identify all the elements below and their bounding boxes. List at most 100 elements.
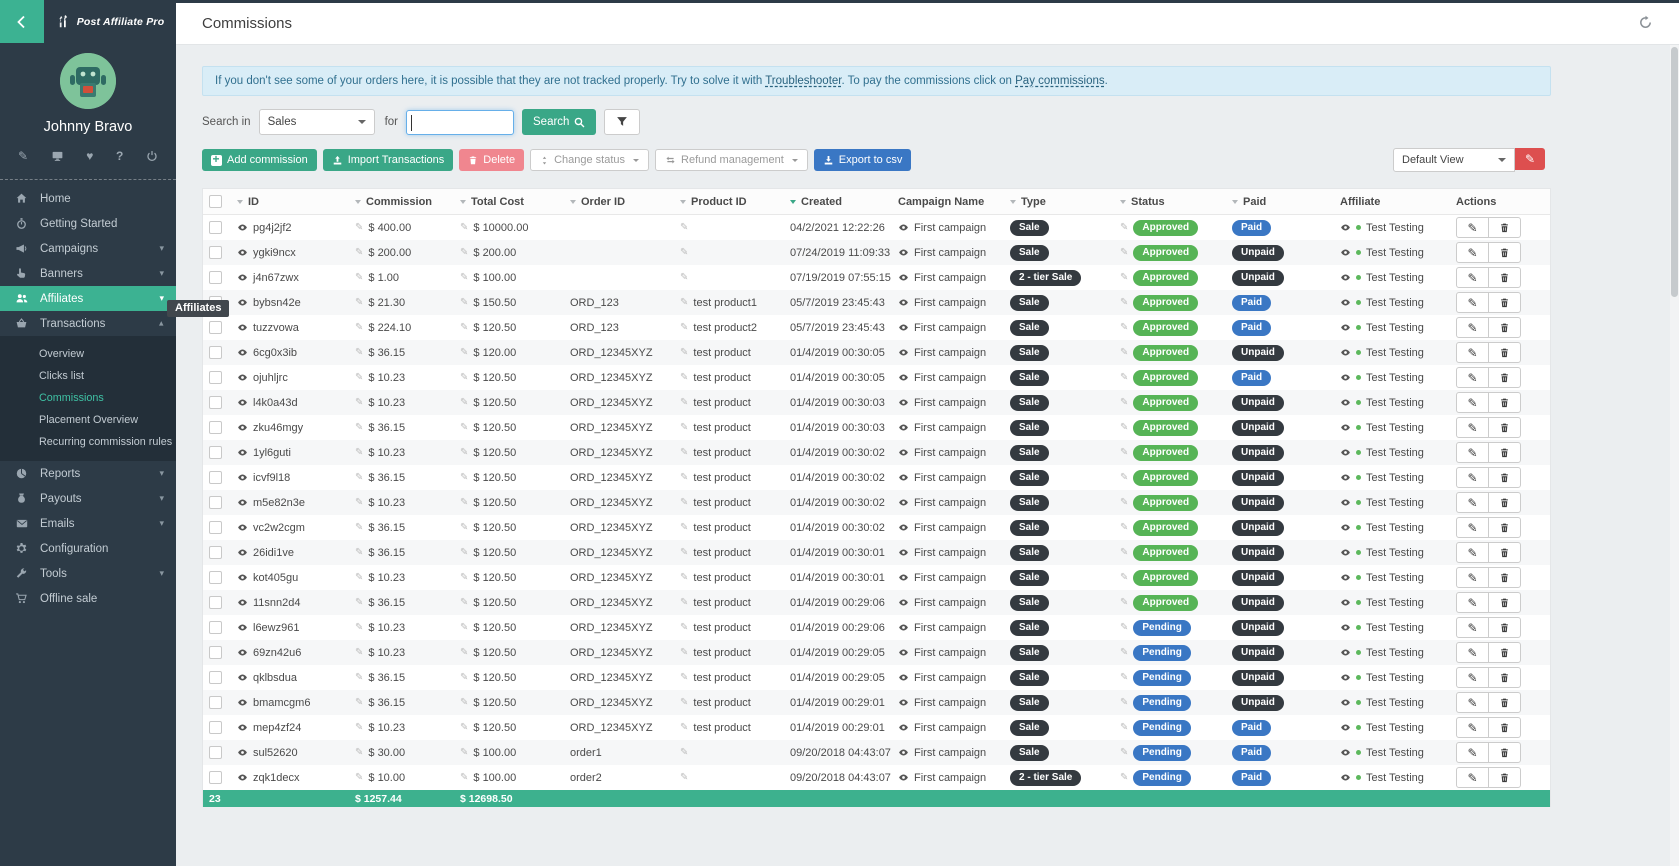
eye-icon[interactable] xyxy=(1340,497,1351,508)
eye-icon[interactable] xyxy=(237,247,248,258)
edit-row-button[interactable]: ✎ xyxy=(1456,442,1489,463)
delete-row-button[interactable] xyxy=(1488,342,1521,363)
pencil-icon[interactable]: ✎ xyxy=(460,622,468,633)
row-checkbox[interactable] xyxy=(209,246,222,259)
search-in-select[interactable]: Sales xyxy=(259,109,375,135)
eye-icon[interactable] xyxy=(1340,672,1351,683)
row-checkbox[interactable] xyxy=(209,271,222,284)
eye-icon[interactable] xyxy=(237,422,248,433)
row-checkbox[interactable] xyxy=(209,596,222,609)
pencil-icon[interactable]: ✎ xyxy=(355,347,363,358)
delete-row-button[interactable] xyxy=(1488,267,1521,288)
pencil-icon[interactable]: ✎ xyxy=(680,497,688,508)
pencil-icon[interactable]: ✎ xyxy=(355,447,363,458)
pencil-icon[interactable]: ✎ xyxy=(355,647,363,658)
pencil-icon[interactable]: ✎ xyxy=(680,597,688,608)
eye-icon[interactable] xyxy=(237,672,248,683)
sidebar-item-offline-sale[interactable]: Offline sale xyxy=(0,586,176,611)
pencil-icon[interactable]: ✎ xyxy=(680,572,688,583)
row-checkbox[interactable] xyxy=(209,371,222,384)
eye-icon[interactable] xyxy=(898,372,909,383)
sidebar-item-affiliates[interactable]: Affiliates ▾ xyxy=(0,286,176,311)
eye-icon[interactable] xyxy=(1340,397,1351,408)
pencil-icon[interactable]: ✎ xyxy=(460,597,468,608)
pencil-icon[interactable]: ✎ xyxy=(680,772,688,783)
eye-icon[interactable] xyxy=(1340,522,1351,533)
row-checkbox[interactable] xyxy=(209,571,222,584)
pencil-icon[interactable]: ✎ xyxy=(355,697,363,708)
pencil-icon[interactable]: ✎ xyxy=(460,222,468,233)
pencil-icon[interactable]: ✎ xyxy=(680,522,688,533)
edit-row-button[interactable]: ✎ xyxy=(1456,642,1489,663)
pencil-icon[interactable]: ✎ xyxy=(680,272,688,283)
column-header-created[interactable]: Created xyxy=(784,196,892,208)
eye-icon[interactable] xyxy=(237,397,248,408)
eye-icon[interactable] xyxy=(237,772,248,783)
row-checkbox[interactable] xyxy=(209,771,222,784)
pencil-icon[interactable]: ✎ xyxy=(1120,447,1128,458)
sidebar-item-reports[interactable]: Reports ▾ xyxy=(0,461,176,486)
eye-icon[interactable] xyxy=(1340,722,1351,733)
pencil-icon[interactable]: ✎ xyxy=(1120,472,1128,483)
eye-icon[interactable] xyxy=(898,547,909,558)
pencil-icon[interactable]: ✎ xyxy=(460,397,468,408)
delete-row-button[interactable] xyxy=(1488,642,1521,663)
eye-icon[interactable] xyxy=(898,672,909,683)
row-checkbox[interactable] xyxy=(209,546,222,559)
eye-icon[interactable] xyxy=(898,572,909,583)
pencil-icon[interactable]: ✎ xyxy=(1120,372,1128,383)
delete-row-button[interactable] xyxy=(1488,567,1521,588)
export-csv-button[interactable]: Export to csv xyxy=(814,149,912,171)
edit-row-button[interactable]: ✎ xyxy=(1456,617,1489,638)
column-header-id[interactable]: ID xyxy=(231,196,349,208)
pencil-icon[interactable]: ✎ xyxy=(355,397,363,408)
pencil-icon[interactable]: ✎ xyxy=(680,622,688,633)
pencil-icon[interactable]: ✎ xyxy=(680,672,688,683)
sidebar-item-tools[interactable]: Tools ▾ xyxy=(0,561,176,586)
eye-icon[interactable] xyxy=(1340,622,1351,633)
row-checkbox[interactable] xyxy=(209,446,222,459)
pencil-icon[interactable]: ✎ xyxy=(460,322,468,333)
column-header-total-cost[interactable]: Total Cost xyxy=(454,196,564,208)
eye-icon[interactable] xyxy=(1340,347,1351,358)
sidebar-item-configuration[interactable]: Configuration xyxy=(0,536,176,561)
filter-button[interactable] xyxy=(604,109,640,135)
pencil-icon[interactable]: ✎ xyxy=(1120,547,1128,558)
help-icon[interactable]: ? xyxy=(116,149,123,163)
row-checkbox[interactable] xyxy=(209,321,222,334)
eye-icon[interactable] xyxy=(237,647,248,658)
sidebar-item-payouts[interactable]: Payouts ▾ xyxy=(0,486,176,511)
pencil-icon[interactable]: ✎ xyxy=(680,322,688,333)
edit-row-button[interactable]: ✎ xyxy=(1456,592,1489,613)
edit-row-button[interactable]: ✎ xyxy=(1456,767,1489,788)
pencil-icon[interactable]: ✎ xyxy=(460,297,468,308)
pencil-icon[interactable]: ✎ xyxy=(355,622,363,633)
eye-icon[interactable] xyxy=(1340,322,1351,333)
eye-icon[interactable] xyxy=(898,772,909,783)
pencil-icon[interactable]: ✎ xyxy=(355,522,363,533)
pencil-icon[interactable]: ✎ xyxy=(460,722,468,733)
pencil-icon[interactable]: ✎ xyxy=(1120,622,1128,633)
delete-row-button[interactable] xyxy=(1488,292,1521,313)
pencil-icon[interactable]: ✎ xyxy=(460,272,468,283)
eye-icon[interactable] xyxy=(237,747,248,758)
delete-row-button[interactable] xyxy=(1488,742,1521,763)
eye-icon[interactable] xyxy=(1340,597,1351,608)
delete-row-button[interactable] xyxy=(1488,667,1521,688)
monitor-icon[interactable] xyxy=(51,150,64,162)
row-checkbox[interactable] xyxy=(209,721,222,734)
eye-icon[interactable] xyxy=(1340,472,1351,483)
eye-icon[interactable] xyxy=(898,247,909,258)
delete-row-button[interactable] xyxy=(1488,617,1521,638)
pencil-icon[interactable]: ✎ xyxy=(1120,722,1128,733)
refund-management-button[interactable]: Refund management xyxy=(655,149,808,171)
row-checkbox[interactable] xyxy=(209,746,222,759)
row-checkbox[interactable] xyxy=(209,521,222,534)
pencil-icon[interactable]: ✎ xyxy=(355,372,363,383)
edit-row-button[interactable]: ✎ xyxy=(1456,292,1489,313)
delete-button[interactable]: Delete xyxy=(459,149,524,171)
pencil-icon[interactable]: ✎ xyxy=(460,422,468,433)
pencil-icon[interactable]: ✎ xyxy=(355,572,363,583)
edit-row-button[interactable]: ✎ xyxy=(1456,267,1489,288)
pencil-icon[interactable]: ✎ xyxy=(460,372,468,383)
